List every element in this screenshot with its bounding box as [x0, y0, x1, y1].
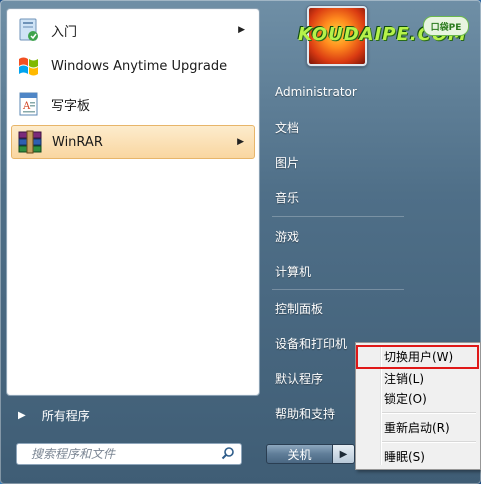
search-icon[interactable]	[221, 445, 235, 464]
all-programs-button[interactable]: ▶ 所有程序	[6, 398, 258, 432]
watermark-logo: 口袋PE	[423, 16, 469, 36]
shutdown-options-button[interactable]: ▶	[333, 444, 355, 464]
program-label: 入门	[51, 24, 78, 40]
menu-item-sleep[interactable]: 睡眠(S)	[358, 446, 476, 466]
menu-divider	[382, 441, 476, 443]
program-item-wordpad[interactable]: A 写字板	[11, 87, 255, 121]
right-item-control-panel[interactable]: 控制面板	[268, 293, 388, 323]
right-item-games[interactable]: 游戏	[268, 221, 388, 251]
right-item-computer[interactable]: 计算机	[268, 256, 388, 286]
divider	[272, 216, 404, 217]
right-item-pictures[interactable]: 图片	[268, 147, 388, 177]
submenu-arrow-icon: ▶	[237, 137, 244, 147]
program-label: Windows Anytime Upgrade	[51, 58, 228, 74]
program-item-winrar[interactable]: WinRAR ▶	[11, 125, 255, 159]
wordpad-icon: A	[15, 90, 43, 118]
program-item-getting-started[interactable]: 入门 ▶	[11, 13, 255, 47]
menu-item-lock[interactable]: 锁定(O)	[358, 388, 476, 408]
windows-flag-icon	[15, 52, 43, 80]
getting-started-icon	[15, 16, 43, 44]
svg-text:A: A	[22, 101, 31, 112]
winrar-icon	[16, 128, 44, 156]
divider	[272, 289, 404, 290]
arrow-right-icon: ▶	[339, 448, 348, 460]
program-label: 写字板	[51, 98, 91, 114]
all-programs-label: 所有程序	[41, 408, 90, 423]
programs-pane: 入门 ▶ Windows Anytime Upgrade A 写字板 WinRA…	[6, 8, 260, 396]
menu-item-restart[interactable]: 重新启动(R)	[358, 417, 476, 437]
program-item-windows-anytime-upgrade[interactable]: Windows Anytime Upgrade	[11, 49, 255, 83]
search-input[interactable]	[29, 446, 221, 462]
right-item-administrator[interactable]: Administrator	[268, 77, 388, 107]
menu-item-log-off[interactable]: 注销(L)	[358, 368, 476, 388]
expand-arrow-icon: ▶	[18, 409, 26, 421]
search-box[interactable]	[16, 443, 242, 465]
right-item-music[interactable]: 音乐	[268, 182, 388, 212]
menu-divider	[382, 412, 476, 414]
annotation-highlight-box	[356, 345, 479, 369]
right-item-documents[interactable]: 文档	[268, 112, 388, 142]
submenu-arrow-icon: ▶	[238, 25, 245, 35]
program-label: WinRAR	[52, 134, 103, 150]
shutdown-button[interactable]: 关机	[266, 444, 333, 464]
